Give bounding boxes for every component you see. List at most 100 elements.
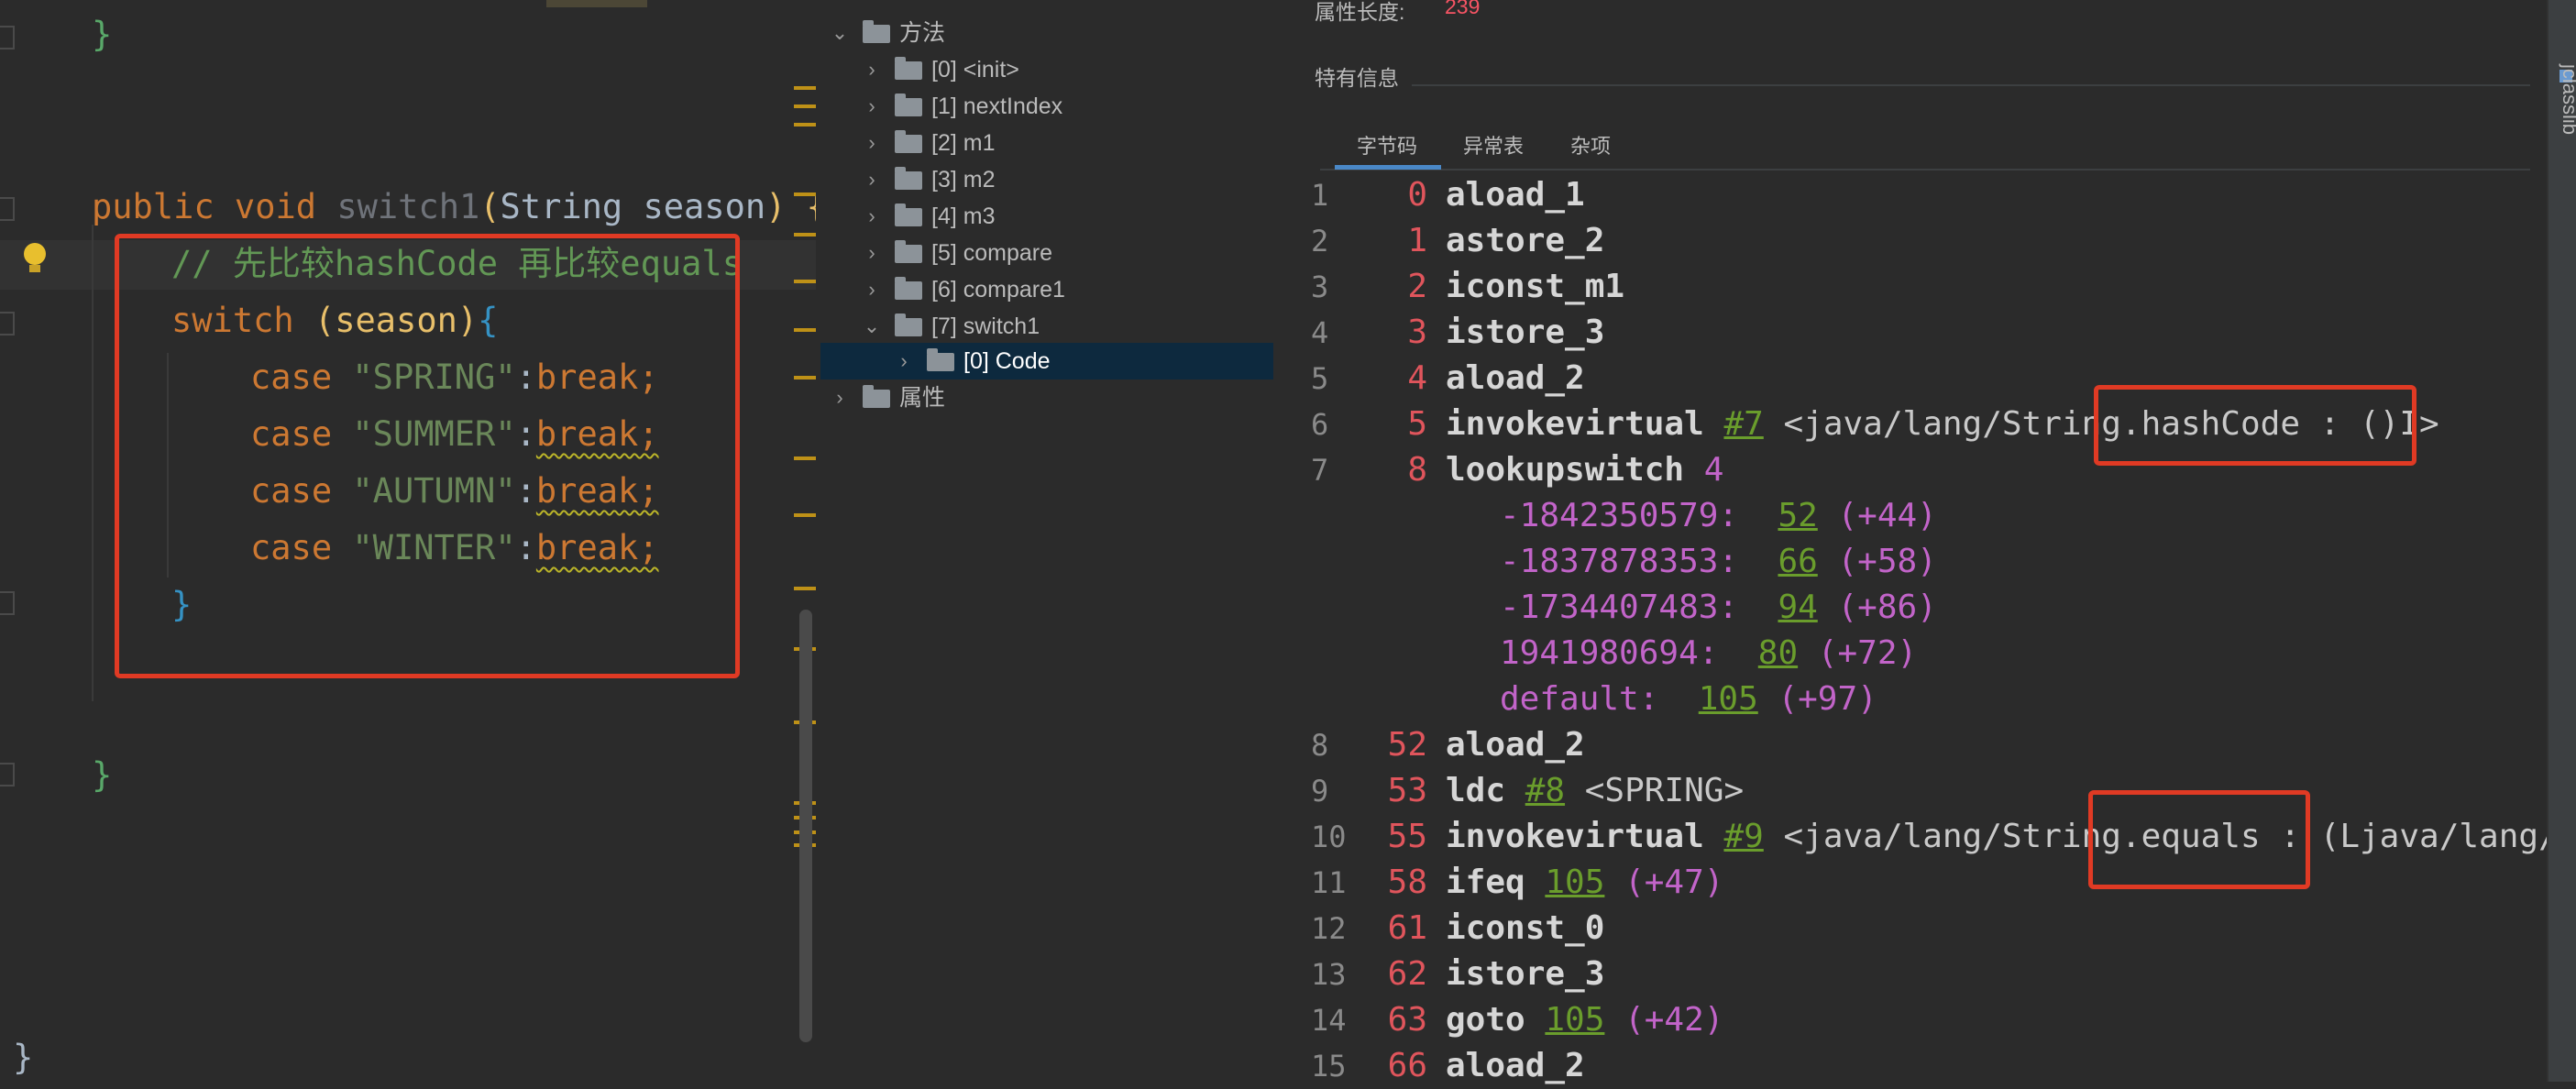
opcode: lookupswitch [1446,451,1704,489]
method-name[interactable]: switch1 [336,187,479,226]
bytecode-instruction: aload_2 [1446,726,1585,764]
tree-node-label: [0] Code [963,348,1051,374]
chevron-right-icon[interactable]: › [894,343,914,380]
folder-icon [895,130,922,153]
tree-node-method-5[interactable]: › [5] compare [862,235,1247,271]
lightbulb-base [29,265,40,272]
switch-entry: -1842350579: 52 (+44) [1500,493,1937,539]
tab-misc[interactable]: 杂项 [1570,134,1611,170]
tree-node-method-7[interactable]: ⌄ [7] switch1 [862,308,1247,345]
bytecode-instruction: ifeq 105 (+47) [1446,860,1723,906]
chevron-right-icon[interactable]: › [830,380,850,416]
chevron-right-icon[interactable]: › [862,161,882,198]
constant-pool-ref[interactable]: #8 [1525,772,1565,809]
chevron-right-icon[interactable]: › [862,271,882,308]
switch-key: default: [1500,680,1699,718]
switch-target[interactable]: 66 [1778,543,1817,580]
attribute-length-label: 属性长度: [1315,0,1405,24]
tool-window-tab-jclasslib[interactable]: jclasslib [2558,64,2576,135]
tree-node-method-3[interactable]: › [3] m2 [862,161,1247,198]
bytecode-offset: 5 [1407,405,1427,443]
branch-relative: (+42) [1604,1001,1724,1039]
constant-pool-ref[interactable]: #9 [1723,818,1763,855]
tree-node-label: 方法 [899,20,946,46]
bytecode-offset: 3 [1407,314,1427,351]
stripe-marker[interactable] [794,280,816,283]
chevron-down-icon[interactable]: ⌄ [862,308,882,345]
chevron-right-icon[interactable]: › [862,51,882,88]
tree-node-label: [6] compare1 [931,277,1065,302]
bytecode-instruction: ldc #8 <SPRING> [1446,768,1744,814]
tree-node-label: [0] <init> [931,57,1019,82]
switch-relative: (+97) [1757,680,1877,718]
editor-scrollbar[interactable] [799,610,812,1042]
switch-target[interactable]: 94 [1778,588,1817,626]
bytecode-instruction: goto 105 (+42) [1446,997,1723,1043]
param-name: season [622,187,766,226]
stripe-marker[interactable] [794,233,816,236]
bytecode-instruction: iconst_m1 [1446,268,1625,305]
chevron-down-icon[interactable]: ⌄ [830,15,850,51]
stripe-marker[interactable] [794,123,816,126]
stripe-marker[interactable] [794,104,816,108]
lightbulb-icon[interactable] [24,243,46,265]
switch-entry: -1837878353: 66 (+58) [1500,539,1937,585]
tree-node-method-6[interactable]: › [6] compare1 [862,271,1247,308]
opcode: invokevirtual [1446,818,1724,855]
highlight-box-equals [2088,790,2310,889]
tree-node-method-0[interactable]: › [0] <init> [862,51,1247,88]
chevron-right-icon[interactable]: › [862,88,882,125]
tree-node-code-selected[interactable]: › [0] Code [894,343,1260,380]
fold-marker-icon[interactable] [0,197,15,221]
stripe-marker[interactable] [794,587,816,590]
tab-exception-table[interactable]: 异常表 [1463,134,1524,170]
param-type: String [500,187,623,226]
tree-node-label: 属性 [899,385,946,411]
tree-node-attributes[interactable]: › 属性 [830,380,1196,416]
stripe-marker[interactable] [794,86,816,90]
stripe-marker[interactable] [794,376,816,380]
switch-entry-default: default: 105 (+97) [1500,676,1877,722]
tree-node-method-1[interactable]: › [1] nextIndex [862,88,1247,125]
stripe-marker[interactable] [794,192,816,196]
switch-relative: (+44) [1817,497,1937,534]
chevron-right-icon[interactable]: › [862,125,882,161]
tree-node-label: [7] switch1 [931,314,1040,339]
switch-key: -1734407483: [1500,588,1778,626]
fold-marker-icon[interactable] [0,763,15,786]
tree-node-method-4[interactable]: › [4] m3 [862,198,1247,235]
tree-node-label: [2] m1 [931,130,996,156]
fold-marker-icon[interactable] [0,591,15,615]
switch-target[interactable]: 52 [1778,497,1817,534]
switch-target[interactable]: 105 [1699,680,1758,718]
folder-icon [895,204,922,226]
branch-target[interactable]: 105 [1545,1001,1604,1039]
specific-info-label: 特有信息 [1315,66,1399,90]
branch-relative: (+47) [1604,864,1724,901]
chevron-right-icon[interactable]: › [862,198,882,235]
switch-key: -1837878353: [1500,543,1778,580]
switch-entry: 1941980694: 80 (+72) [1500,631,1917,676]
tree-node-method-2[interactable]: › [2] m1 [862,125,1247,161]
stripe-marker[interactable] [794,328,816,332]
chevron-right-icon[interactable]: › [862,235,882,271]
folder-icon [863,385,890,408]
folder-icon [895,314,922,336]
code-line-method-close: } [92,755,113,795]
fold-marker-icon[interactable] [0,26,15,50]
constant-pool-ref[interactable]: #7 [1723,405,1763,443]
folder-icon [895,94,922,116]
keyword-public-void: public void [92,187,337,226]
switch-relative: (+72) [1798,634,1918,672]
bytecode-instruction: aload_2 [1446,1047,1585,1084]
fold-marker-icon[interactable] [0,312,15,336]
stripe-marker[interactable] [794,513,816,517]
bytecode-offset: 1 [1407,222,1427,259]
switch-target[interactable]: 80 [1758,634,1798,672]
tool-window-strip [2548,0,2576,1082]
stripe-marker[interactable] [794,456,816,460]
bytecode-offset: 58 [1387,864,1427,901]
bytecode-instruction: iconst_0 [1446,909,1605,947]
tree-node-methods[interactable]: ⌄ 方法 [830,15,1196,51]
branch-target[interactable]: 105 [1545,864,1604,901]
